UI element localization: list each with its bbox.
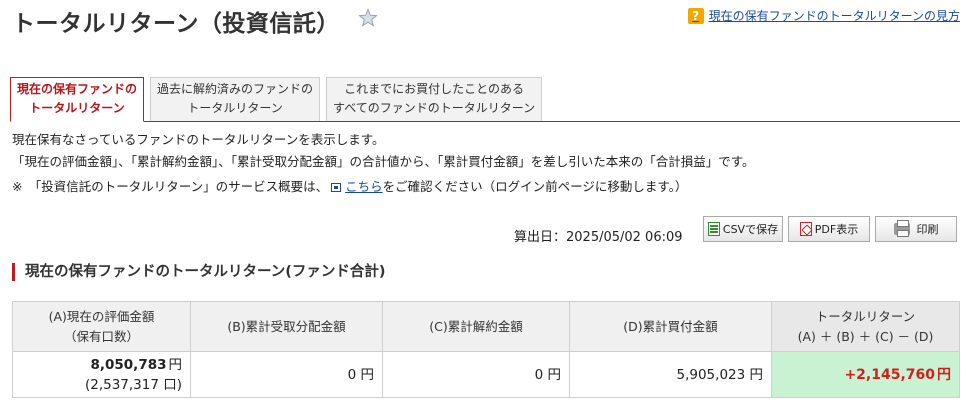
- section-title: 現在の保有ファンドのトータルリターン(ファンド合計): [12, 263, 386, 281]
- header-label: トータルリターン: [815, 308, 916, 324]
- header-label: (A)現在の評価金額: [48, 308, 155, 324]
- print-button[interactable]: 印刷: [875, 216, 957, 242]
- print-label: 印刷: [916, 223, 939, 236]
- tab-label: 現在の保有ファンドの: [17, 82, 138, 96]
- printer-icon: [893, 220, 910, 237]
- tab-label: 過去に解約済みのファンドの: [157, 82, 314, 96]
- total-return-table: (A)現在の評価金額 （保有口数） (B)累計受取分配金額 (C)累計解約金額 …: [12, 301, 960, 398]
- service-note: ※ 「投資信託のトータルリターン」のサービス概要は、 こちらをご確認ください（ログ…: [12, 176, 687, 195]
- help-link[interactable]: ? 現在の保有ファンドのトータルリターンの見方: [687, 7, 960, 24]
- csv-save-label: CSVで保存: [722, 223, 779, 236]
- table-header-row: (A)現在の評価金額 （保有口数） (B)累計受取分配金額 (C)累計解約金額 …: [12, 301, 960, 352]
- holding-units: (2,537,317 口): [84, 376, 182, 393]
- cell-total-return: +2,145,760 円: [771, 351, 960, 398]
- tab-redeemed-funds[interactable]: 過去に解約済みのファンドの トータルリターン: [150, 77, 321, 121]
- pdf-view-button[interactable]: PDF表示: [788, 216, 870, 242]
- help-link-label[interactable]: 現在の保有ファンドのトータルリターンの見方: [709, 7, 960, 24]
- csv-save-button[interactable]: CSVで保存: [703, 216, 783, 242]
- calculation-date: 算出日：2025/05/02 06:09: [514, 230, 683, 245]
- pdf-view-label: PDF表示: [814, 223, 859, 236]
- cell-purchases: 5,905,023 円: [569, 351, 772, 398]
- header-redemptions: (C)累計解約金額: [382, 301, 570, 352]
- total-return-amount: +2,145,760: [844, 366, 935, 383]
- tab-divider: [10, 121, 960, 122]
- csv-icon: [707, 222, 720, 236]
- yen-unit: 円: [937, 366, 951, 383]
- header-total-return: トータルリターン (A) ＋ (B) ＋ (C) － (D): [771, 301, 960, 352]
- star-icon[interactable]: [358, 8, 378, 28]
- header-purchases: (D)累計買付金額: [569, 301, 772, 352]
- tab-label: トータルリターン: [29, 101, 125, 115]
- service-overview-link[interactable]: こちら: [345, 179, 383, 194]
- tab-label: すべてのファンドのトータルリターン: [333, 101, 536, 115]
- cell-current-value: 8,050,783 円 (2,537,317 口): [12, 351, 191, 398]
- cell-dividends: 0 円: [190, 351, 383, 398]
- header-formula: (A) ＋ (B) ＋ (C) － (D): [797, 328, 934, 344]
- current-value-amount: 8,050,783: [90, 356, 167, 373]
- pdf-icon: [799, 222, 812, 236]
- tab-label: トータルリターン: [187, 101, 283, 115]
- table-row: 8,050,783 円 (2,537,317 口) 0 円 0 円 5,905,0…: [12, 351, 960, 398]
- tab-all-funds[interactable]: これまでにお買付したことのある すべてのファンドのトータルリターン: [326, 77, 543, 121]
- tab-current-holdings[interactable]: 現在の保有ファンドの トータルリターン: [10, 77, 145, 122]
- description-line: 「現在の評価金額」、「累計解約金額」、「累計受取分配金額」の合計値から、「累計買…: [12, 154, 755, 169]
- cell-redemptions: 0 円: [382, 351, 570, 398]
- tab-label: これまでにお買付したことのある: [344, 82, 525, 96]
- note-prefix: ※ 「投資信託のトータルリターン」のサービス概要は、: [12, 179, 329, 194]
- header-sublabel: （保有口数）: [63, 328, 139, 344]
- question-icon: ?: [687, 7, 704, 24]
- page-title: トータルリターン（投資信託）: [12, 11, 340, 37]
- yen-unit: 円: [168, 356, 183, 373]
- header-current-value: (A)現在の評価金額 （保有口数）: [12, 301, 191, 352]
- header-dividends: (B)累計受取分配金額: [190, 301, 383, 352]
- note-suffix: をご確認ください（ログイン前ページに移動します。）: [382, 179, 688, 194]
- tab-bar: 現在の保有ファンドの トータルリターン 過去に解約済みのファンドの トータルリタ…: [10, 77, 543, 122]
- description-line: 現在保有なさっているファンドのトータルリターンを表示します。: [12, 132, 385, 147]
- external-window-icon: [331, 183, 342, 192]
